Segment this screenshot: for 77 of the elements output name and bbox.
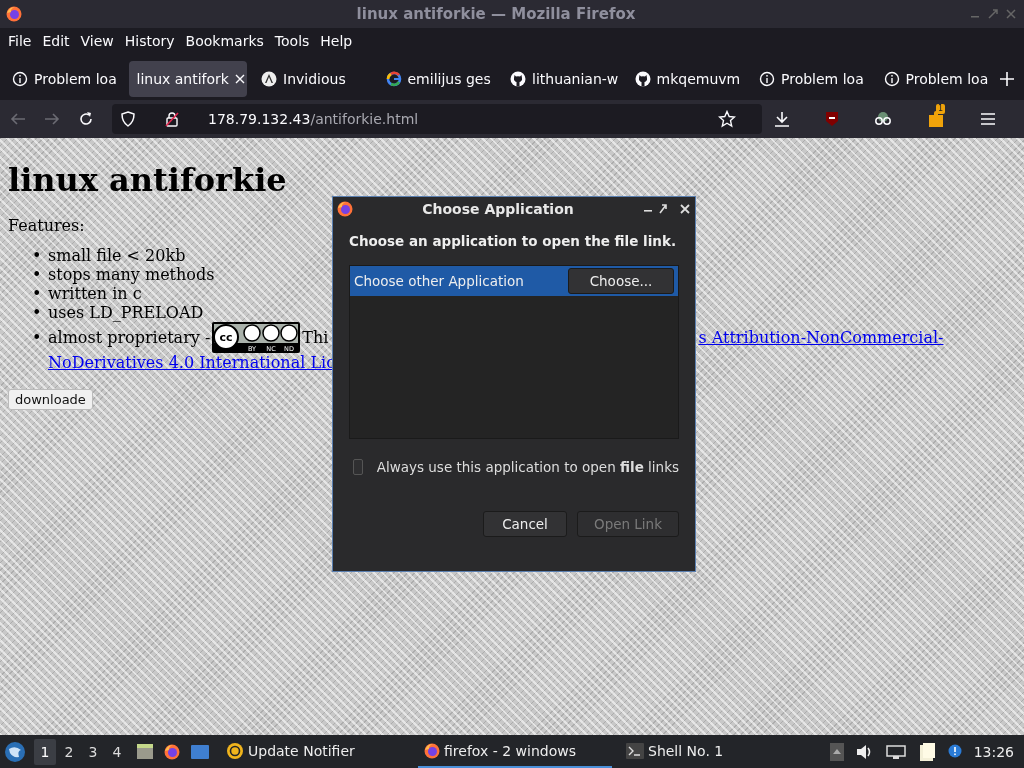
list-row[interactable]: Choose other Application Choose... xyxy=(350,266,678,296)
forward-arrow-icon[interactable] xyxy=(44,111,60,127)
window-title: linux antiforkie — Mozilla Firefox xyxy=(355,5,637,23)
glasses-icon[interactable] xyxy=(874,111,892,127)
lock-icon[interactable] xyxy=(164,111,180,127)
menu-item[interactable]: Bookmarks xyxy=(181,33,268,49)
choose-button[interactable]: Choose... xyxy=(568,268,674,294)
list-item-text: almost proprietary - xyxy=(48,328,211,347)
plus-icon[interactable] xyxy=(1000,72,1014,86)
browser-tab[interactable]: linux antifork xyxy=(128,61,247,97)
checkbox-label: Always use this application to open file links xyxy=(376,459,679,475)
menu-item[interactable]: History xyxy=(120,33,179,49)
dialog-button[interactable]: Cancel xyxy=(483,511,567,537)
info-icon xyxy=(883,71,900,87)
clock: 13:26 xyxy=(973,743,1014,760)
list-item: small file < 20kb xyxy=(48,246,186,265)
dialog-prompt: Choose an application to open the file link. xyxy=(349,233,678,249)
menu-item[interactable]: View xyxy=(76,33,118,49)
cat-logo-icon xyxy=(510,71,526,87)
list-item-text: Thi xyxy=(302,328,329,347)
browser-tab[interactable]: Invidious xyxy=(253,61,372,97)
browser-tab[interactable]: Problem loa xyxy=(4,61,123,97)
browser-tab[interactable]: Problem loa xyxy=(751,61,870,97)
list-item: stops many methods xyxy=(48,265,215,284)
shield-badge-icon[interactable] xyxy=(825,111,839,127)
menu-item[interactable]: Edit xyxy=(38,33,74,49)
refresh-icon xyxy=(226,741,244,760)
page-heading: linux antiforkie xyxy=(8,160,288,200)
back-arrow-icon[interactable] xyxy=(10,111,26,127)
menu-item[interactable]: File xyxy=(4,33,36,49)
bullet: • xyxy=(32,284,43,303)
taskbar-button[interactable]: Shell No. 1 xyxy=(620,735,730,768)
menu-icon[interactable] xyxy=(980,112,996,126)
browser-tab[interactable]: mkqemuvm xyxy=(626,61,745,97)
list-item: uses LD_PRELOAD xyxy=(48,303,204,322)
start-menu-icon[interactable] xyxy=(4,740,26,763)
license-link[interactable]: s Attribution-NonCommercial- xyxy=(698,328,944,347)
browser-tab[interactable]: emilijus ges xyxy=(377,61,496,97)
taskbar-button[interactable]: Update Notifier xyxy=(220,735,410,768)
workspace-button[interactable]: 2 xyxy=(58,738,80,765)
triangle-logo-icon xyxy=(261,71,277,87)
menu-item[interactable]: Help xyxy=(316,33,357,49)
maximize-icon[interactable] xyxy=(657,204,669,214)
cat-logo-icon xyxy=(634,71,651,87)
info-icon xyxy=(759,71,775,87)
notification-icon[interactable] xyxy=(947,743,962,760)
count-badge: 1 xyxy=(936,104,946,114)
browser-tab[interactable]: lithuanian-w xyxy=(502,61,621,97)
download-button[interactable]: downloade xyxy=(8,389,93,410)
menu-item[interactable]: Tools xyxy=(270,33,314,49)
puzzle-icon[interactable] xyxy=(927,110,945,128)
bullet: • xyxy=(32,303,43,322)
bullet: • xyxy=(32,265,43,284)
g-logo-icon xyxy=(385,71,402,87)
dialog-title: Choose Application xyxy=(421,201,575,217)
bullet: • xyxy=(32,328,43,347)
download-icon[interactable] xyxy=(774,111,790,127)
window-icon[interactable] xyxy=(190,742,210,761)
workspace-button[interactable]: 1 xyxy=(34,738,56,765)
workspace-button[interactable]: 3 xyxy=(82,738,104,765)
info-icon xyxy=(12,71,28,87)
browser-tab[interactable]: Problem loa xyxy=(875,61,994,97)
workspace-button[interactable]: 4 xyxy=(106,738,128,765)
network-icon[interactable] xyxy=(885,743,906,760)
list-item: written in c xyxy=(48,284,142,303)
url-text: 178.79.132.43/antiforkie.html xyxy=(208,111,420,127)
terminal-icon xyxy=(626,742,644,759)
intro-text: Features: xyxy=(8,216,86,236)
address-bar[interactable]: 178.79.132.43/antiforkie.html xyxy=(112,104,762,134)
folder-icon[interactable] xyxy=(136,742,154,761)
reload-icon[interactable] xyxy=(78,111,94,127)
star-icon[interactable] xyxy=(718,110,736,128)
shield-icon[interactable] xyxy=(120,111,136,127)
bullet: • xyxy=(32,246,43,265)
notes-icon[interactable] xyxy=(917,741,936,762)
checkbox[interactable] xyxy=(353,459,363,475)
taskbar-button[interactable]: firefox - 2 windows xyxy=(418,735,612,768)
